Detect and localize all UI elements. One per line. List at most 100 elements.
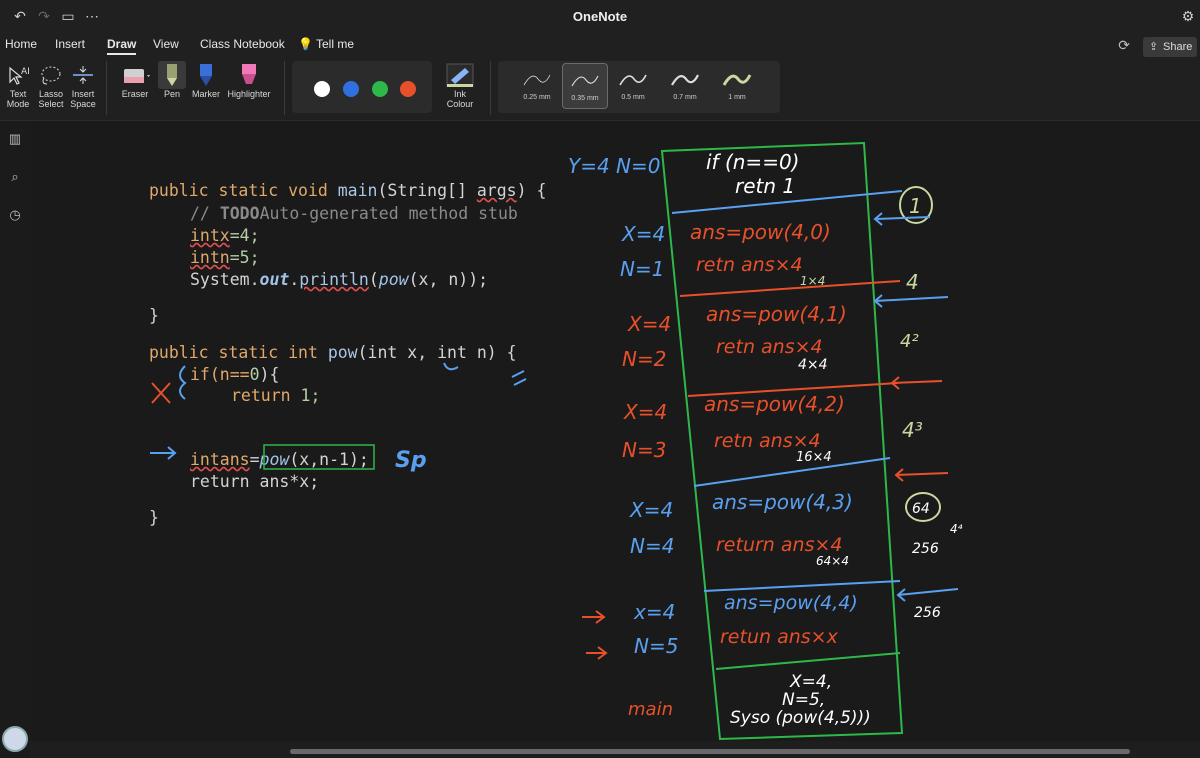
ink-frame-call: ans=pow(4,3)	[712, 490, 853, 514]
ink-frame-n: N=5	[634, 634, 678, 658]
ink-colour-label: Ink Colour	[446, 89, 474, 109]
ink-frame-x: X=4	[621, 222, 665, 246]
app-title: OneNote	[572, 9, 628, 24]
highlighter-icon	[224, 61, 274, 89]
tab-view[interactable]: View	[153, 37, 179, 51]
thickness-0-5-option[interactable]: 0.5 mm	[610, 63, 656, 109]
ink-frame-n: N=1	[620, 257, 664, 281]
thickness-label: 0.5 mm	[621, 94, 645, 101]
settings-icon[interactable]: ⚙	[1180, 8, 1196, 24]
marker-button[interactable]: Marker	[190, 61, 222, 99]
text-mode-button[interactable]: AI Text Mode	[4, 61, 32, 109]
ink-frame-side: 4	[906, 270, 919, 294]
ink-frame-return: retun ans×x	[720, 626, 839, 648]
sync-icon[interactable]: ⟳	[1118, 37, 1130, 54]
ink-frame-return: retn ans×4	[714, 430, 821, 452]
ink-arrow	[150, 446, 177, 460]
share-icon: ⇪	[1149, 41, 1159, 53]
ink-main-call: Syso (pow(4,5)))	[730, 708, 871, 728]
eraser-label: Eraser	[121, 89, 149, 99]
color-blue-swatch[interactable]	[343, 81, 359, 97]
recent-icon[interactable]: ◷	[7, 207, 23, 223]
color-red-swatch[interactable]	[400, 81, 416, 97]
ink-base-if: if (n==0)	[706, 150, 799, 174]
avatar[interactable]	[2, 726, 28, 752]
ink-arrow	[890, 376, 943, 390]
ink-frame-n: N=2	[622, 347, 666, 371]
ink-arrow	[894, 468, 949, 482]
tab-insert[interactable]: Insert	[55, 37, 85, 51]
ink-frame-call: ans=pow(4,1)	[706, 302, 847, 326]
tab-class-notebook[interactable]: Class Notebook	[200, 37, 285, 51]
pen-button[interactable]: Pen	[158, 61, 186, 99]
stroke-preview-icon	[523, 74, 551, 86]
ink-exponent: 4⁴	[950, 522, 963, 536]
text-mode-label: Text Mode	[6, 89, 30, 109]
stroke-preview-icon	[571, 75, 599, 87]
thickness-label: 1 mm	[728, 94, 746, 101]
thickness-label: 0.25 mm	[523, 94, 551, 101]
stroke-preview-icon	[619, 74, 647, 86]
ink-frame-return: return ans×4	[716, 534, 842, 556]
eraser-button[interactable]: Eraser	[116, 61, 154, 99]
ink-main-n: N=5,	[782, 690, 825, 710]
pen-label: Pen	[163, 89, 180, 99]
color-green-swatch[interactable]	[372, 81, 388, 97]
pen-icon	[158, 61, 186, 89]
ink-divider	[693, 457, 891, 487]
ink-frame-side: 4³	[902, 418, 923, 442]
thickness-0-35-option[interactable]: 0.35 mm	[562, 63, 608, 109]
share-button[interactable]: ⇪ Share	[1143, 37, 1197, 57]
ink-arrow	[873, 294, 949, 308]
insert-space-icon	[68, 61, 98, 89]
ribbon-divider	[106, 61, 107, 115]
highlighter-button[interactable]: Highlighter	[224, 61, 274, 99]
highlighter-label: Highlighter	[227, 89, 271, 99]
ink-frame-return: retn ans×4	[716, 336, 823, 358]
ribbon-divider	[490, 61, 491, 115]
thickness-gallery: 0.25 mm 0.35 mm 0.5 mm 0.7 mm 1 mm	[498, 61, 780, 113]
ink-top-xn: Y=4 N=0	[568, 154, 661, 178]
draw-ribbon: AI Text Mode Lasso Select Insert Space Eras…	[0, 57, 1200, 121]
ink-divider	[703, 580, 901, 592]
ink-circle-64: 64	[912, 501, 930, 517]
ink-frame-n: N=3	[622, 438, 666, 462]
lasso-select-button[interactable]: Lasso Select	[36, 61, 66, 109]
svg-text:AI: AI	[21, 67, 29, 77]
lasso-select-label: Lasso Select	[38, 89, 64, 109]
tab-draw[interactable]: Draw	[107, 37, 137, 55]
color-palette	[292, 61, 432, 113]
thickness-label: 0.7 mm	[673, 94, 697, 101]
thickness-0-25-option[interactable]: 0.25 mm	[514, 63, 560, 109]
horizontal-scrollbar[interactable]	[290, 749, 1130, 754]
page-canvas[interactable]: public static void main(String[] args) {…	[30, 121, 1200, 741]
left-sidebar: ▥ ⌕ ◷	[0, 121, 30, 758]
ink-frame-side: 256	[914, 605, 941, 621]
insert-space-button[interactable]: Insert Space	[68, 61, 98, 109]
search-icon[interactable]: ⌕	[7, 169, 23, 185]
ink-frame-call: ans=pow(4,2)	[704, 392, 845, 416]
stroke-preview-icon	[671, 74, 699, 86]
ink-squiggle	[443, 362, 527, 386]
ink-arrow	[582, 610, 608, 660]
ink-frame-call: ans=pow(4,4)	[724, 592, 858, 614]
ink-frame-x: X=4	[623, 400, 667, 424]
ink-colour-button[interactable]: Ink Colour	[438, 61, 482, 109]
tab-home[interactable]: Home	[5, 37, 37, 51]
ink-main-x: X=4,	[789, 672, 832, 692]
ribbon-divider	[284, 61, 285, 115]
thickness-0-7-option[interactable]: 0.7 mm	[662, 63, 708, 109]
notebooks-icon[interactable]: ▥	[7, 131, 23, 147]
ink-cross-mark	[151, 382, 171, 404]
tell-me-search[interactable]: Tell me	[316, 37, 354, 51]
ink-frame-n: N=4	[630, 534, 674, 558]
lightbulb-icon: 💡	[298, 37, 313, 51]
ink-frame-x: x=4	[633, 600, 675, 624]
ink-frame-x: X=4	[629, 498, 673, 522]
thickness-1-option[interactable]: 1 mm	[714, 63, 760, 109]
ink-frame-sub: 16×4	[796, 450, 832, 465]
ink-base-return: retn 1	[735, 174, 795, 198]
color-white-swatch[interactable]	[314, 81, 330, 97]
ink-frame-side: 256	[912, 541, 939, 557]
ink-green-box	[263, 444, 375, 470]
